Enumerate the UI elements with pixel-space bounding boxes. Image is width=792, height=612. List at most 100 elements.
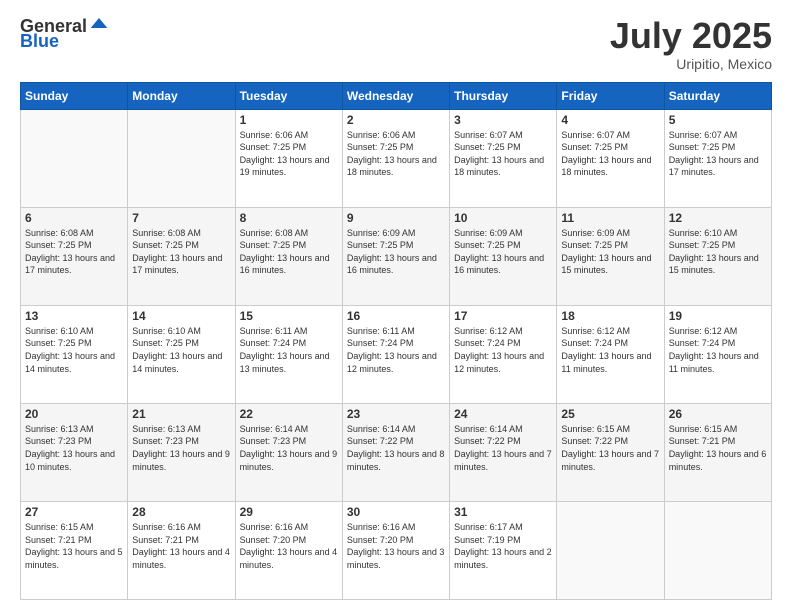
table-cell: 27 Sunrise: 6:15 AM Sunset: 7:21 PM Dayli… (21, 501, 128, 599)
location: Uripitio, Mexico (610, 56, 772, 72)
table-cell: 13 Sunrise: 6:10 AM Sunset: 7:25 PM Dayli… (21, 305, 128, 403)
table-cell: 1 Sunrise: 6:06 AM Sunset: 7:25 PM Daylig… (235, 109, 342, 207)
day-number: 11 (561, 211, 659, 225)
day-info: Sunrise: 6:08 AM Sunset: 7:25 PM Dayligh… (240, 227, 338, 277)
table-cell (557, 501, 664, 599)
day-info: Sunrise: 6:11 AM Sunset: 7:24 PM Dayligh… (347, 325, 445, 375)
day-number: 26 (669, 407, 767, 421)
day-info: Sunrise: 6:16 AM Sunset: 7:20 PM Dayligh… (240, 521, 338, 571)
table-cell: 30 Sunrise: 6:16 AM Sunset: 7:20 PM Dayli… (342, 501, 449, 599)
calendar-table: Sunday Monday Tuesday Wednesday Thursday… (20, 82, 772, 600)
table-cell: 14Sunrise: 6:10 AM Sunset: 7:25 PM Dayli… (128, 305, 235, 403)
header-monday: Monday (128, 82, 235, 109)
day-number: 20 (25, 407, 123, 421)
weekday-header-row: Sunday Monday Tuesday Wednesday Thursday… (21, 82, 772, 109)
day-number: 31 (454, 505, 552, 519)
day-number: 29 (240, 505, 338, 519)
day-number: 27 (25, 505, 123, 519)
day-number: 6 (25, 211, 123, 225)
day-number: 16 (347, 309, 445, 323)
table-cell: 24 Sunrise: 6:14 AM Sunset: 7:22 PM Dayli… (450, 403, 557, 501)
day-info: Sunrise: 6:06 AM Sunset: 7:25 PM Dayligh… (240, 129, 338, 179)
day-info: Sunrise: 6:11 AM Sunset: 7:24 PM Dayligh… (240, 325, 338, 375)
day-number: 19 (669, 309, 767, 323)
day-info: Sunrise: 6:09 AM Sunset: 7:25 PM Dayligh… (347, 227, 445, 277)
calendar-row: 13 Sunrise: 6:10 AM Sunset: 7:25 PM Dayli… (21, 305, 772, 403)
table-cell: 8 Sunrise: 6:08 AM Sunset: 7:25 PM Daylig… (235, 207, 342, 305)
table-cell: 15Sunrise: 6:11 AM Sunset: 7:24 PM Dayli… (235, 305, 342, 403)
day-info: Sunrise: 6:07 AM Sunset: 7:25 PM Dayligh… (454, 129, 552, 179)
day-info: Sunrise: 6:10 AM Sunset: 7:25 PM Dayligh… (669, 227, 767, 277)
table-cell (128, 109, 235, 207)
day-number: 25 (561, 407, 659, 421)
day-info: Sunrise: 6:14 AM Sunset: 7:22 PM Dayligh… (347, 423, 445, 473)
table-cell: 23 Sunrise: 6:14 AM Sunset: 7:22 PM Dayli… (342, 403, 449, 501)
day-info: Sunrise: 6:12 AM Sunset: 7:24 PM Dayligh… (454, 325, 552, 375)
month-title: July 2025 (610, 16, 772, 56)
day-number: 5 (669, 113, 767, 127)
table-cell: 10 Sunrise: 6:09 AM Sunset: 7:25 PM Dayli… (450, 207, 557, 305)
header-sunday: Sunday (21, 82, 128, 109)
table-cell: 18Sunrise: 6:12 AM Sunset: 7:24 PM Dayli… (557, 305, 664, 403)
day-info: Sunrise: 6:08 AM Sunset: 7:25 PM Dayligh… (25, 227, 123, 277)
table-cell: 5 Sunrise: 6:07 AM Sunset: 7:25 PM Daylig… (664, 109, 771, 207)
calendar-row: 27 Sunrise: 6:15 AM Sunset: 7:21 PM Dayli… (21, 501, 772, 599)
day-info: Sunrise: 6:14 AM Sunset: 7:22 PM Dayligh… (454, 423, 552, 473)
day-info: Sunrise: 6:10 AM Sunset: 7:25 PM Dayligh… (25, 325, 123, 375)
day-number: 13 (25, 309, 123, 323)
table-cell: 28 Sunrise: 6:16 AM Sunset: 7:21 PM Dayli… (128, 501, 235, 599)
day-info: Sunrise: 6:15 AM Sunset: 7:21 PM Dayligh… (25, 521, 123, 571)
day-number: 24 (454, 407, 552, 421)
day-number: 10 (454, 211, 552, 225)
day-info: Sunrise: 6:07 AM Sunset: 7:25 PM Dayligh… (561, 129, 659, 179)
page: General Blue July 2025 Uripitio, Mexico … (0, 0, 792, 612)
table-cell: 6 Sunrise: 6:08 AM Sunset: 7:25 PM Daylig… (21, 207, 128, 305)
logo-icon (89, 13, 109, 33)
header-wednesday: Wednesday (342, 82, 449, 109)
table-cell: 21Sunrise: 6:13 AM Sunset: 7:23 PM Dayli… (128, 403, 235, 501)
day-number: 7 (132, 211, 230, 225)
header-thursday: Thursday (450, 82, 557, 109)
day-number: 8 (240, 211, 338, 225)
calendar-row: 20Sunrise: 6:13 AM Sunset: 7:23 PM Dayli… (21, 403, 772, 501)
day-info: Sunrise: 6:06 AM Sunset: 7:25 PM Dayligh… (347, 129, 445, 179)
header-friday: Friday (557, 82, 664, 109)
day-info: Sunrise: 6:14 AM Sunset: 7:23 PM Dayligh… (240, 423, 338, 473)
table-cell: 25 Sunrise: 6:15 AM Sunset: 7:22 PM Dayli… (557, 403, 664, 501)
table-cell: 22 Sunrise: 6:14 AM Sunset: 7:23 PM Dayli… (235, 403, 342, 501)
table-cell: 20Sunrise: 6:13 AM Sunset: 7:23 PM Dayli… (21, 403, 128, 501)
table-cell: 3 Sunrise: 6:07 AM Sunset: 7:25 PM Daylig… (450, 109, 557, 207)
table-cell: 4Sunrise: 6:07 AM Sunset: 7:25 PM Daylig… (557, 109, 664, 207)
day-info: Sunrise: 6:10 AM Sunset: 7:25 PM Dayligh… (132, 325, 230, 375)
day-number: 22 (240, 407, 338, 421)
day-info: Sunrise: 6:16 AM Sunset: 7:21 PM Dayligh… (132, 521, 230, 571)
day-info: Sunrise: 6:15 AM Sunset: 7:22 PM Dayligh… (561, 423, 659, 473)
day-info: Sunrise: 6:08 AM Sunset: 7:25 PM Dayligh… (132, 227, 230, 277)
table-cell: 17Sunrise: 6:12 AM Sunset: 7:24 PM Dayli… (450, 305, 557, 403)
day-number: 12 (669, 211, 767, 225)
logo: General Blue (20, 16, 109, 52)
day-info: Sunrise: 6:12 AM Sunset: 7:24 PM Dayligh… (561, 325, 659, 375)
table-cell: 11Sunrise: 6:09 AM Sunset: 7:25 PM Dayli… (557, 207, 664, 305)
day-number: 28 (132, 505, 230, 519)
header-saturday: Saturday (664, 82, 771, 109)
day-info: Sunrise: 6:15 AM Sunset: 7:21 PM Dayligh… (669, 423, 767, 473)
day-info: Sunrise: 6:16 AM Sunset: 7:20 PM Dayligh… (347, 521, 445, 571)
day-info: Sunrise: 6:12 AM Sunset: 7:24 PM Dayligh… (669, 325, 767, 375)
logo-blue: Blue (20, 31, 59, 52)
table-cell: 29 Sunrise: 6:16 AM Sunset: 7:20 PM Dayli… (235, 501, 342, 599)
table-cell (664, 501, 771, 599)
day-number: 30 (347, 505, 445, 519)
day-number: 23 (347, 407, 445, 421)
day-info: Sunrise: 6:07 AM Sunset: 7:25 PM Dayligh… (669, 129, 767, 179)
table-cell: 7 Sunrise: 6:08 AM Sunset: 7:25 PM Daylig… (128, 207, 235, 305)
calendar-row: 6 Sunrise: 6:08 AM Sunset: 7:25 PM Daylig… (21, 207, 772, 305)
header: General Blue July 2025 Uripitio, Mexico (20, 16, 772, 72)
day-info: Sunrise: 6:17 AM Sunset: 7:19 PM Dayligh… (454, 521, 552, 571)
table-cell: 9Sunrise: 6:09 AM Sunset: 7:25 PM Daylig… (342, 207, 449, 305)
day-info: Sunrise: 6:09 AM Sunset: 7:25 PM Dayligh… (454, 227, 552, 277)
day-number: 1 (240, 113, 338, 127)
header-tuesday: Tuesday (235, 82, 342, 109)
table-cell: 16 Sunrise: 6:11 AM Sunset: 7:24 PM Dayli… (342, 305, 449, 403)
day-number: 3 (454, 113, 552, 127)
